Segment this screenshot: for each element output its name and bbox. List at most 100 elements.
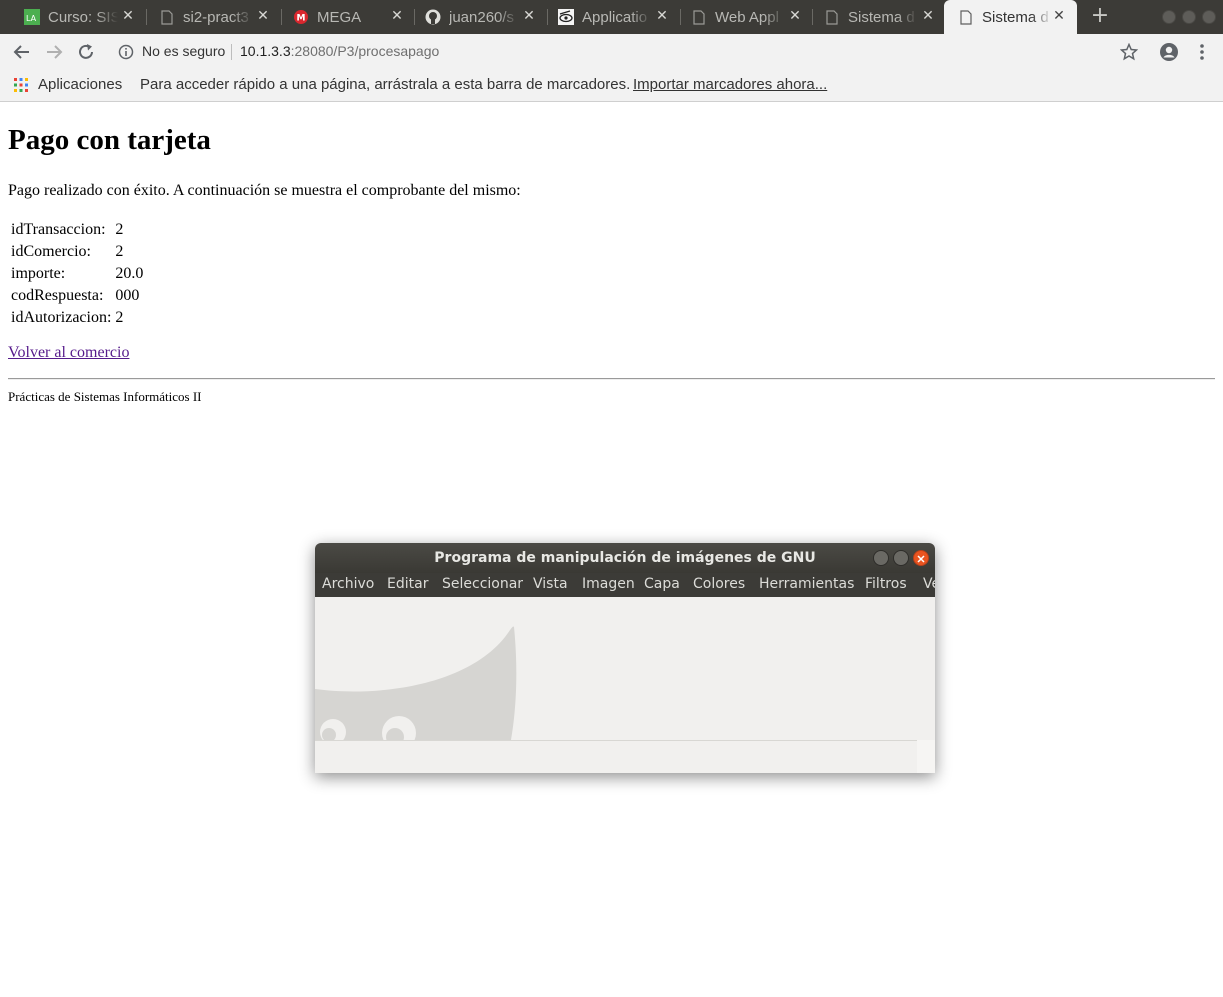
- menu-filtros[interactable]: Filtros: [865, 576, 907, 592]
- menu-vista[interactable]: Vista: [533, 576, 568, 592]
- receipt-table: idTransaccion: 2 idComercio: 2 importe: …: [8, 218, 146, 330]
- receipt-label: codRespuesta:: [11, 287, 104, 304]
- gimp-window: Programa de manipulación de imágenes de …: [315, 543, 935, 773]
- gimp-title-bar[interactable]: Programa de manipulación de imágenes de …: [315, 543, 935, 573]
- menu-editar[interactable]: Editar: [387, 576, 428, 592]
- browser-toolbar: No es seguro 10.1.3.3:28080/P3/procesapa…: [0, 34, 1223, 70]
- tab-mega[interactable]: M MEGA ✕: [269, 0, 415, 34]
- gimp-minimize-button[interactable]: [873, 550, 889, 566]
- back-button[interactable]: [11, 41, 33, 63]
- menu-imagen[interactable]: Imagen: [582, 576, 635, 592]
- menu-herramientas[interactable]: Herramientas: [759, 576, 854, 592]
- gimp-canvas-area[interactable]: [315, 597, 935, 750]
- receipt-value: 000: [115, 287, 140, 304]
- bookmark-star-button[interactable]: [1118, 41, 1140, 63]
- success-message: Pago realizado con éxito. A continuación…: [8, 182, 521, 199]
- tab-title: Sistema d: [848, 8, 915, 26]
- page-icon: [691, 9, 707, 25]
- table-row: importe: 20.0: [10, 264, 144, 284]
- receipt-label: idTransaccion:: [11, 221, 106, 238]
- tab-title: Applicatio: [582, 8, 648, 26]
- forward-button[interactable]: [43, 41, 65, 63]
- menu-archivo[interactable]: Archivo: [322, 576, 374, 592]
- account-icon: [1160, 43, 1178, 61]
- menu-button[interactable]: [1191, 41, 1213, 63]
- maximize-button[interactable]: [1182, 10, 1196, 24]
- close-icon[interactable]: ✕: [920, 8, 936, 24]
- tab-title: MEGA: [317, 8, 362, 26]
- tab-curso[interactable]: LA Curso: SIS ✕: [0, 0, 146, 34]
- menu-seleccionar[interactable]: Seleccionar: [442, 576, 523, 592]
- tab-title: si2-pract3: [183, 8, 249, 26]
- tab-title: Web Appl: [715, 8, 779, 26]
- new-tab-button[interactable]: +: [1089, 5, 1111, 27]
- close-icon[interactable]: ✕: [120, 8, 136, 24]
- url-host: 10.1.3.3: [240, 43, 291, 59]
- receipt-label: importe:: [11, 265, 66, 282]
- url-path: :28080/P3/procesapago: [290, 43, 440, 59]
- page-icon: [958, 9, 974, 25]
- close-icon[interactable]: ✕: [1051, 8, 1067, 24]
- back-arrow-icon: [13, 45, 29, 59]
- url-text[interactable]: 10.1.3.3:28080/P3/procesapago: [240, 43, 439, 59]
- receipt-label: idAutorizacion:: [11, 309, 112, 326]
- page-title: Pago con tarjeta: [8, 124, 211, 156]
- mega-icon: M: [293, 9, 309, 25]
- footer-text: Prácticas de Sistemas Informáticos II: [8, 389, 202, 404]
- receipt-value: 2: [115, 221, 124, 238]
- tab-github[interactable]: juan260/s ✕: [401, 0, 547, 34]
- table-row: codRespuesta: 000: [10, 286, 144, 306]
- gimp-status-bar: [315, 740, 917, 773]
- minimize-button[interactable]: [1162, 10, 1176, 24]
- tab-title: Curso: SIS: [48, 8, 118, 26]
- menu-capa[interactable]: Capa: [644, 576, 680, 592]
- address-bar[interactable]: No es seguro 10.1.3.3:28080/P3/procesapa…: [110, 38, 1110, 66]
- tab-title: juan260/s: [449, 8, 515, 26]
- table-row: idAutorizacion: 2: [10, 308, 144, 328]
- svg-text:M: M: [297, 14, 306, 24]
- la-favicon-icon: LA: [24, 9, 40, 25]
- table-row: idComercio: 2: [10, 242, 144, 262]
- page-icon: [159, 9, 175, 25]
- gimp-resize-grip[interactable]: [917, 740, 935, 773]
- tab-web-appl[interactable]: Web Appl ✕: [667, 0, 813, 34]
- security-status[interactable]: No es seguro: [142, 43, 225, 59]
- table-row: idTransaccion: 2: [10, 220, 144, 240]
- profile-button[interactable]: [1158, 41, 1180, 63]
- kebab-menu-icon: [1200, 44, 1204, 60]
- close-window-button[interactable]: [1202, 10, 1216, 24]
- menu-colores[interactable]: Colores: [693, 576, 745, 592]
- footer-divider: [8, 378, 1215, 380]
- receipt-value: 20.0: [115, 265, 144, 282]
- close-icon: [917, 555, 925, 563]
- info-icon[interactable]: [118, 44, 134, 64]
- apps-grid-icon[interactable]: [14, 78, 28, 96]
- star-icon: [1120, 43, 1138, 61]
- svg-text:LA: LA: [26, 14, 37, 23]
- apps-shortcut[interactable]: Aplicaciones: [38, 76, 122, 93]
- tab-strip: LA Curso: SIS ✕ si2-pract3 ✕ M MEGA ✕ ju…: [0, 0, 1223, 34]
- eye-icon: [558, 9, 574, 25]
- reload-button[interactable]: [75, 41, 97, 63]
- bookmarks-hint: Para acceder rápido a una página, arrást…: [140, 76, 631, 93]
- receipt-value: 2: [115, 309, 124, 326]
- reload-icon: [79, 44, 93, 59]
- page-icon: [824, 9, 840, 25]
- gimp-close-button[interactable]: [913, 550, 929, 566]
- tab-application[interactable]: Applicatio ✕: [534, 0, 680, 34]
- tab-sistema-active[interactable]: Sistema d ✕: [944, 0, 1077, 34]
- gimp-window-title: Programa de manipulación de imágenes de …: [434, 550, 816, 566]
- github-icon: [425, 9, 441, 25]
- tab-si2-pract3[interactable]: si2-pract3 ✕: [135, 0, 281, 34]
- back-to-shop-link[interactable]: Volver al comercio: [8, 344, 129, 362]
- divider: [231, 44, 232, 60]
- forward-arrow-icon: [47, 45, 63, 59]
- receipt-label: idComercio:: [11, 243, 91, 260]
- gimp-wilber-watermark-icon: [315, 626, 517, 750]
- tab-sistema[interactable]: Sistema d ✕: [800, 0, 946, 34]
- import-bookmarks-link[interactable]: Importar marcadores ahora...: [633, 76, 827, 93]
- receipt-value: 2: [115, 243, 124, 260]
- tab-title: Sistema d: [982, 8, 1049, 26]
- menu-ventanas[interactable]: Ve: [923, 576, 935, 592]
- gimp-maximize-button[interactable]: [893, 550, 909, 566]
